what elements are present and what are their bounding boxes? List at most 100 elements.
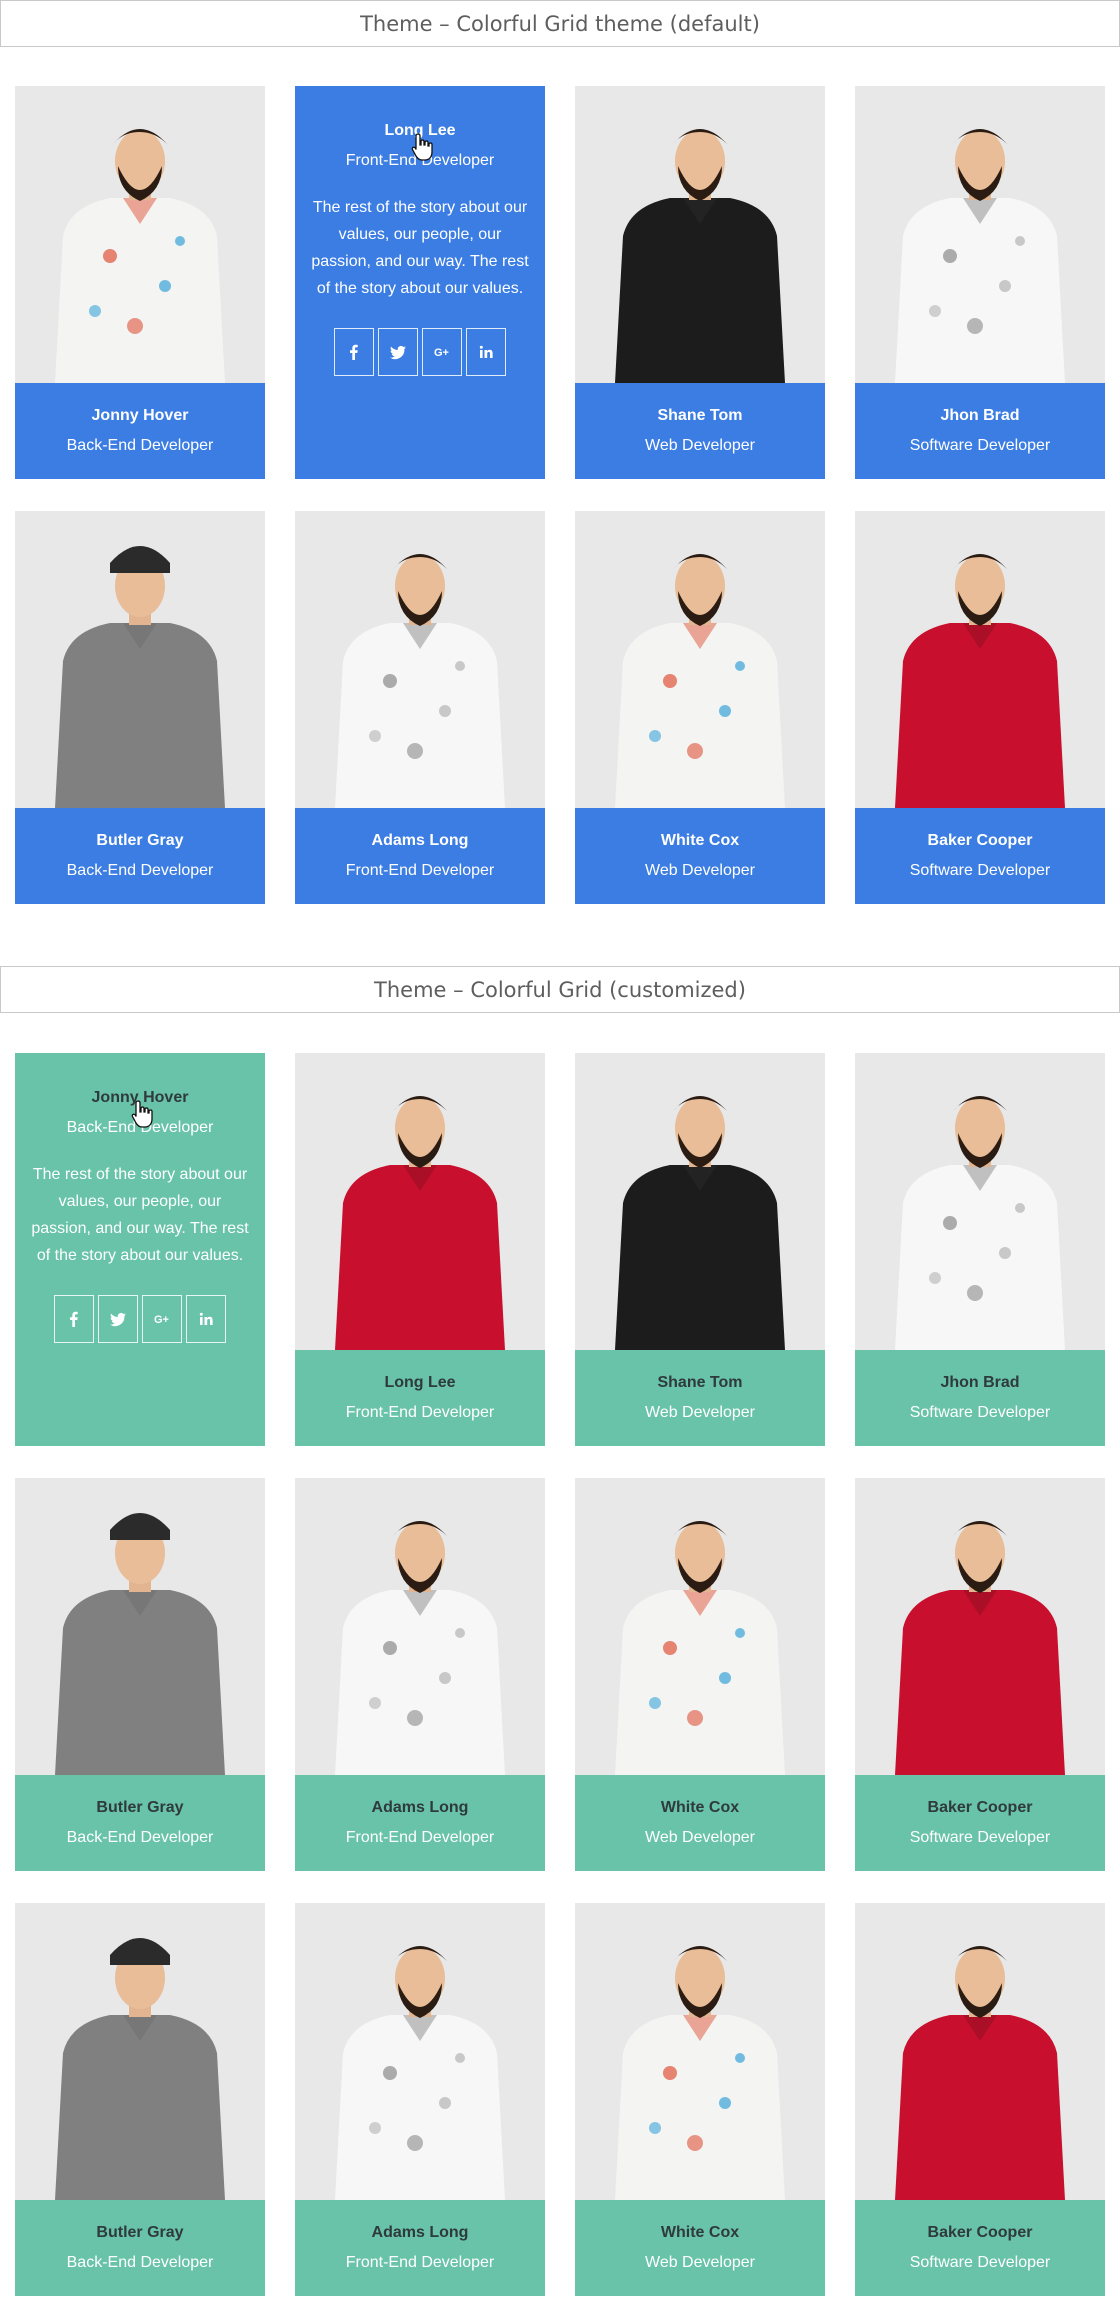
member-photo xyxy=(15,1478,265,1775)
team-card[interactable]: Adams Long Front-End Developer xyxy=(295,1478,545,1871)
twitter-icon xyxy=(110,1311,126,1327)
linkedin-icon xyxy=(478,344,494,360)
member-role: Back-End Developer xyxy=(66,437,214,454)
hand-cursor-icon xyxy=(411,133,433,161)
member-photo xyxy=(575,1053,825,1350)
team-card[interactable]: Baker Cooper Software Developer xyxy=(855,511,1105,904)
member-photo xyxy=(575,1478,825,1775)
member-name: Jhon Brad xyxy=(940,407,1020,424)
member-name: Baker Cooper xyxy=(927,2224,1033,2241)
team-card[interactable]: Jhon Brad Software Developer xyxy=(855,1053,1105,1446)
team-card[interactable]: Adams Long Front-End Developer xyxy=(295,511,545,904)
card-caption: Jhon Brad Software Developer xyxy=(855,1350,1105,1446)
section-title-default: Theme – Colorful Grid theme (default) xyxy=(0,0,1120,47)
card-caption: Baker Cooper Software Developer xyxy=(855,2200,1105,2296)
member-role: Web Developer xyxy=(645,437,755,454)
member-bio: The rest of the story about our values, … xyxy=(311,199,529,297)
member-bio: The rest of the story about our values, … xyxy=(31,1166,249,1264)
facebook-button[interactable] xyxy=(334,328,374,376)
google-plus-button[interactable]: G+ xyxy=(142,1295,182,1343)
member-photo xyxy=(855,1053,1105,1350)
twitter-button[interactable] xyxy=(378,328,418,376)
member-role: Web Developer xyxy=(645,862,755,879)
twitter-icon xyxy=(390,344,406,360)
facebook-icon xyxy=(346,344,362,360)
card-caption: Baker Cooper Software Developer xyxy=(855,808,1105,904)
member-role: Software Developer xyxy=(909,437,1051,454)
google-plus-button[interactable]: G+ xyxy=(422,328,462,376)
team-card[interactable]: Butler Gray Back-End Developer xyxy=(15,1903,265,2296)
linkedin-icon xyxy=(198,1311,214,1327)
member-role: Web Developer xyxy=(645,1404,755,1421)
card-caption: Baker Cooper Software Developer xyxy=(855,1775,1105,1871)
team-card[interactable]: Butler Gray Back-End Developer xyxy=(15,1478,265,1871)
member-photo xyxy=(15,86,265,383)
member-photo xyxy=(15,1903,265,2200)
member-role: Back-End Developer xyxy=(66,1829,214,1846)
member-name: Butler Gray xyxy=(96,2224,184,2241)
card-caption: White Cox Web Developer xyxy=(575,1775,825,1871)
card-caption: Long Lee Front-End Developer xyxy=(295,1350,545,1446)
social-links: G+ xyxy=(332,328,508,376)
member-role: Front-End Developer xyxy=(345,1829,495,1846)
member-role: Front-End Developer xyxy=(345,2254,495,2271)
member-role: Front-End Developer xyxy=(345,862,495,879)
card-caption: Adams Long Front-End Developer xyxy=(295,1775,545,1871)
linkedin-button[interactable] xyxy=(466,328,506,376)
member-name: Baker Cooper xyxy=(927,832,1033,849)
member-role: Back-End Developer xyxy=(66,862,214,879)
card-caption: Shane Tom Web Developer xyxy=(575,1350,825,1446)
facebook-icon xyxy=(66,1311,82,1327)
member-name: Butler Gray xyxy=(96,832,184,849)
team-card[interactable]: Adams Long Front-End Developer xyxy=(295,1903,545,2296)
svg-text:G+: G+ xyxy=(154,1314,169,1326)
member-name: White Cox xyxy=(660,2224,740,2241)
member-photo xyxy=(855,86,1105,383)
member-photo xyxy=(15,511,265,808)
team-card[interactable]: Butler Gray Back-End Developer xyxy=(15,511,265,904)
svg-text:G+: G+ xyxy=(434,347,449,359)
card-caption: Butler Gray Back-End Developer xyxy=(15,2200,265,2296)
member-role: Software Developer xyxy=(909,862,1051,879)
team-card[interactable]: Baker Cooper Software Developer xyxy=(855,1903,1105,2296)
linkedin-button[interactable] xyxy=(186,1295,226,1343)
member-name: Adams Long xyxy=(371,832,469,849)
team-card[interactable]: Jhon Brad Software Developer xyxy=(855,86,1105,479)
team-card[interactable]: Shane Tom Web Developer xyxy=(575,1053,825,1446)
member-photo xyxy=(575,511,825,808)
card-caption: Adams Long Front-End Developer xyxy=(295,2200,545,2296)
member-role: Web Developer xyxy=(645,1829,755,1846)
hand-cursor-icon xyxy=(131,1100,153,1128)
facebook-button[interactable] xyxy=(54,1295,94,1343)
member-photo xyxy=(295,1903,545,2200)
card-caption: Shane Tom Web Developer xyxy=(575,383,825,479)
member-name: White Cox xyxy=(660,832,740,849)
member-role: Web Developer xyxy=(645,2254,755,2271)
team-card[interactable]: Baker Cooper Software Developer xyxy=(855,1478,1105,1871)
team-card[interactable]: Long Lee Front-End Developer xyxy=(295,1053,545,1446)
twitter-button[interactable] xyxy=(98,1295,138,1343)
card-caption: Jhon Brad Software Developer xyxy=(855,383,1105,479)
member-name: Shane Tom xyxy=(657,1374,743,1391)
member-name: Butler Gray xyxy=(96,1799,184,1816)
member-name: White Cox xyxy=(660,1799,740,1816)
member-photo xyxy=(575,86,825,383)
member-name: Adams Long xyxy=(371,1799,469,1816)
member-photo xyxy=(295,511,545,808)
card-caption: Jonny Hover Back-End Developer xyxy=(15,383,265,479)
social-links: G+ xyxy=(52,1295,228,1343)
team-card[interactable]: White Cox Web Developer xyxy=(575,1478,825,1871)
card-caption: Butler Gray Back-End Developer xyxy=(15,1775,265,1871)
member-name: Baker Cooper xyxy=(927,1799,1033,1816)
member-photo xyxy=(575,1903,825,2200)
member-name: Adams Long xyxy=(371,2224,469,2241)
google-plus-icon: G+ xyxy=(434,344,450,360)
card-caption: Butler Gray Back-End Developer xyxy=(15,808,265,904)
team-card[interactable]: White Cox Web Developer xyxy=(575,511,825,904)
member-photo xyxy=(295,1478,545,1775)
team-card[interactable]: Jonny Hover Back-End Developer xyxy=(15,86,265,479)
team-card[interactable]: White Cox Web Developer xyxy=(575,1903,825,2296)
team-card[interactable]: Shane Tom Web Developer xyxy=(575,86,825,479)
card-caption: White Cox Web Developer xyxy=(575,808,825,904)
section-title-customized: Theme – Colorful Grid (customized) xyxy=(0,966,1120,1013)
